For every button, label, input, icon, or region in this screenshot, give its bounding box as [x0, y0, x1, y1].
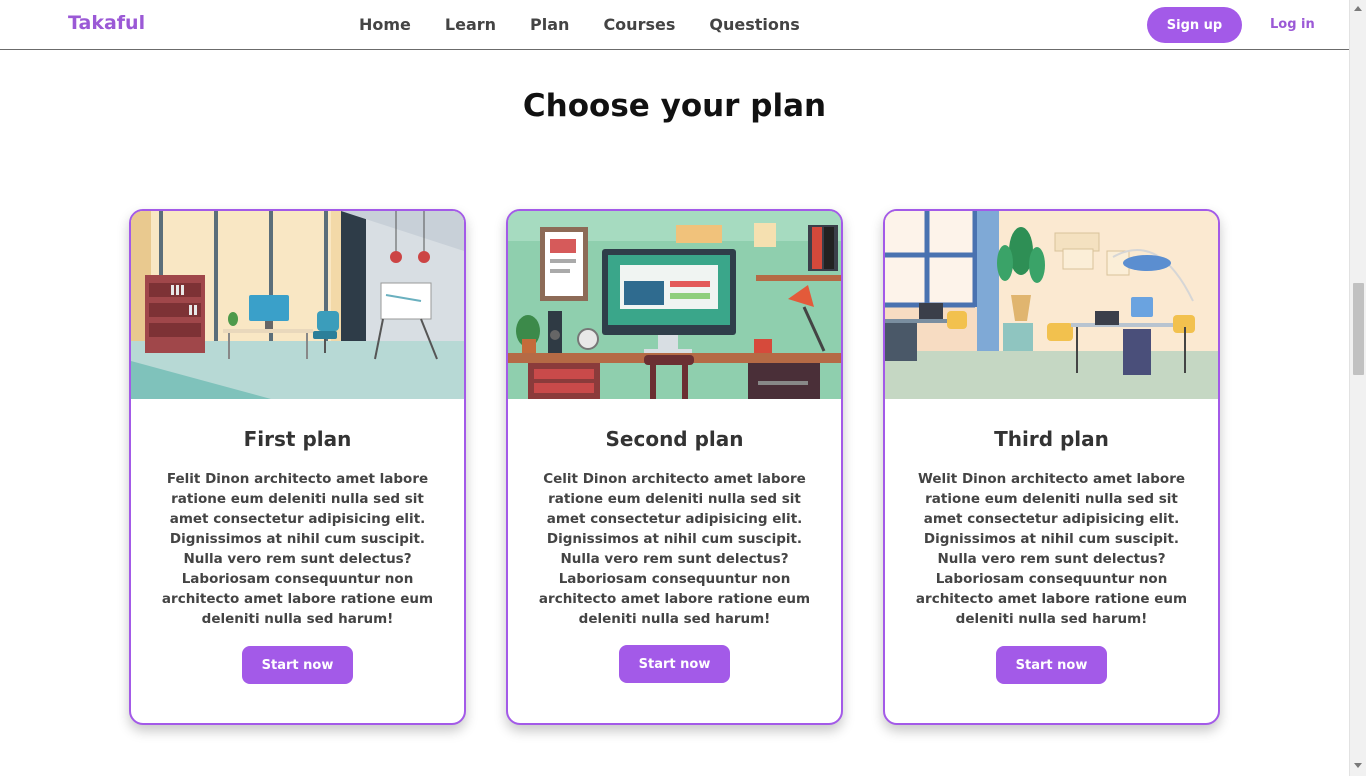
nav-home[interactable]: Home — [359, 15, 411, 34]
plan-card-first: First plan Felit Dinon architecto amet l… — [129, 209, 466, 725]
plan-description: Celit Dinon architecto amet labore ratio… — [538, 471, 811, 627]
plan-card-second: Second plan Celit Dinon architecto amet … — [506, 209, 843, 725]
nav-questions[interactable]: Questions — [709, 15, 799, 34]
plan-title: Third plan — [994, 427, 1109, 451]
nav-plan[interactable]: Plan — [530, 15, 569, 34]
start-now-button[interactable]: Start now — [996, 646, 1107, 684]
page-scrollbar[interactable] — [1349, 0, 1366, 776]
logo-link[interactable]: Takaful — [68, 12, 145, 34]
desk-computer-illustration-image — [508, 211, 841, 399]
office-illustration-image — [131, 211, 464, 399]
plan-description: Welit Dinon architecto amet labore ratio… — [915, 471, 1188, 627]
scroll-up-arrow-icon[interactable] — [1354, 6, 1362, 11]
plan-title: First plan — [243, 427, 352, 451]
plan-title: Second plan — [605, 427, 744, 451]
scrollbar-thumb[interactable] — [1353, 283, 1364, 375]
scroll-down-arrow-icon[interactable] — [1354, 763, 1362, 768]
signup-button[interactable]: Sign up — [1147, 7, 1242, 43]
nav-courses[interactable]: Courses — [603, 15, 675, 34]
top-navbar: Takaful Home Learn Plan Courses Question… — [0, 0, 1349, 50]
plan-description: Felit Dinon architecto amet labore ratio… — [161, 471, 434, 627]
main-nav: Home Learn Plan Courses Questions — [359, 15, 834, 34]
start-now-button[interactable]: Start now — [242, 646, 353, 684]
nav-learn[interactable]: Learn — [445, 15, 496, 34]
section-title: Choose your plan — [522, 88, 827, 124]
login-link[interactable]: Log in — [1270, 17, 1315, 32]
bright-office-illustration-image — [885, 211, 1218, 399]
start-now-button[interactable]: Start now — [619, 645, 730, 683]
plan-card-third: Third plan Welit Dinon architecto amet l… — [883, 209, 1220, 725]
